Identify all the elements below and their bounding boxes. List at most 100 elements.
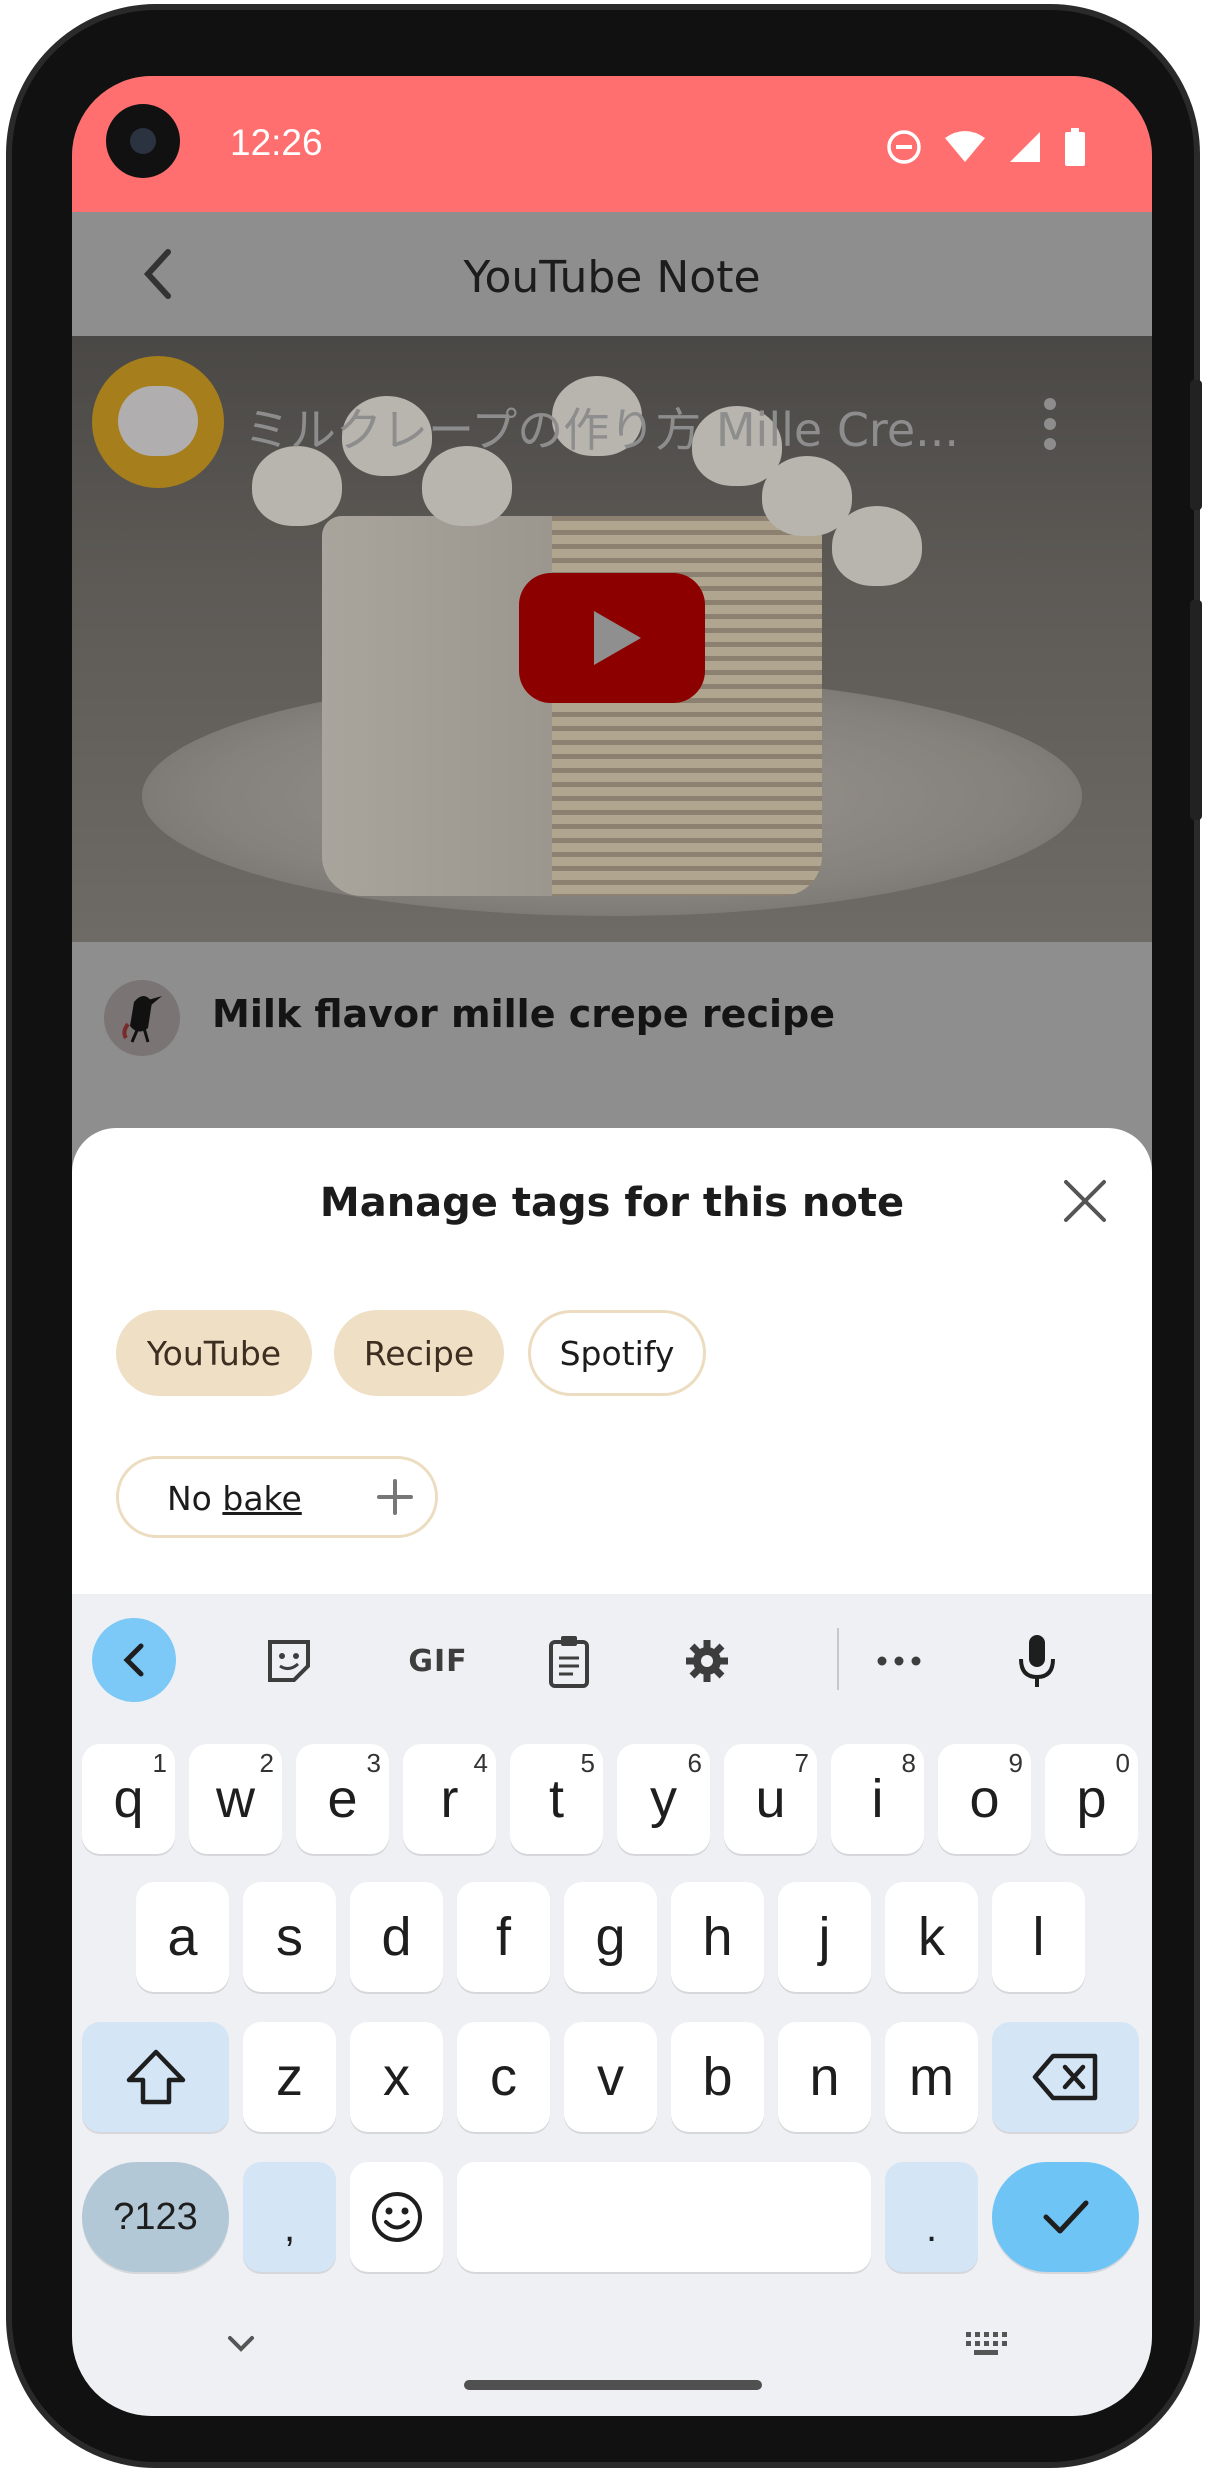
key-j[interactable]: j <box>778 1882 871 1992</box>
key-i[interactable]: i8 <box>831 1744 924 1854</box>
play-button[interactable] <box>519 573 705 703</box>
key-hint: 2 <box>259 1748 274 1778</box>
chevron-down-icon <box>228 2336 254 2352</box>
clipboard-button[interactable] <box>542 1634 596 1688</box>
key-o[interactable]: o9 <box>938 1744 1031 1854</box>
settings-button[interactable] <box>680 1634 734 1688</box>
chevron-left-icon <box>123 1643 144 1677</box>
key-hint: 7 <box>794 1748 809 1778</box>
key-l[interactable]: l <box>992 1882 1085 1992</box>
comma-key[interactable]: , <box>243 2162 336 2272</box>
key-v[interactable]: v <box>564 2022 657 2132</box>
key-b[interactable]: b <box>671 2022 764 2132</box>
new-tag-input[interactable]: No bake <box>116 1456 438 1538</box>
key-e[interactable]: e3 <box>296 1744 389 1854</box>
period-key[interactable]: . <box>885 2162 978 2272</box>
more-button[interactable] <box>872 1634 926 1688</box>
key-f[interactable]: f <box>457 1882 550 1992</box>
hide-keyboard-button[interactable] <box>224 2332 258 2360</box>
symbols-key[interactable]: ?123 <box>82 2162 229 2272</box>
done-key[interactable] <box>992 2162 1139 2272</box>
key-hint: 3 <box>366 1748 381 1778</box>
key-hint: 8 <box>901 1748 916 1778</box>
space-key[interactable] <box>457 2162 871 2272</box>
note-title: Milk flavor mille crepe recipe <box>212 992 835 1036</box>
toolbar-divider <box>837 1628 839 1690</box>
power-button <box>1190 600 1202 820</box>
home-indicator[interactable] <box>464 2380 762 2390</box>
key-x[interactable]: x <box>350 2022 443 2132</box>
sticker-button[interactable] <box>262 1634 316 1688</box>
key-c[interactable]: c <box>457 2022 550 2132</box>
key-w[interactable]: w2 <box>189 1744 282 1854</box>
key-label: o <box>969 1769 1000 1829</box>
tag-chip-recipe[interactable]: Recipe <box>334 1310 504 1396</box>
key-hint: 9 <box>1008 1748 1023 1778</box>
battery-icon <box>1064 128 1086 170</box>
key-u[interactable]: u7 <box>724 1744 817 1854</box>
key-k[interactable]: k <box>885 1882 978 1992</box>
status-bar: 12:26 <box>72 76 1152 212</box>
key-hint: 6 <box>687 1748 702 1778</box>
check-icon <box>1043 2200 1088 2234</box>
key-d[interactable]: d <box>350 1882 443 1992</box>
key-n[interactable]: n <box>778 2022 871 2132</box>
key-r[interactable]: r4 <box>403 1744 496 1854</box>
phone-frame: 12:26 YouTube Note ミルクレープの作り方 Mille Cre.… <box>6 4 1202 2468</box>
key-label: q <box>113 1769 144 1829</box>
gif-label: GIF <box>408 1643 468 1679</box>
key-y[interactable]: y6 <box>617 1744 710 1854</box>
keyboard-collapse-button[interactable] <box>92 1618 176 1702</box>
key-h[interactable]: h <box>671 1882 764 1992</box>
microphone-icon <box>1019 1635 1055 1687</box>
close-icon <box>1064 1180 1106 1222</box>
more-vert-icon[interactable] <box>1040 394 1060 454</box>
add-tag-button[interactable] <box>375 1477 415 1517</box>
note-author-avatar <box>104 980 180 1056</box>
emoji-icon <box>371 2192 422 2242</box>
page-title: YouTube Note <box>463 252 761 303</box>
gif-button[interactable]: GIF <box>398 1634 478 1688</box>
video-thumbnail-cake-side <box>322 516 552 896</box>
emoji-key[interactable] <box>350 2162 443 2272</box>
tag-chip-youtube[interactable]: YouTube <box>116 1310 312 1396</box>
close-button[interactable] <box>1060 1176 1110 1226</box>
plus-icon <box>377 1479 413 1515</box>
key-z[interactable]: z <box>243 2022 336 2132</box>
shift-key[interactable] <box>82 2022 229 2132</box>
video-player[interactable]: ミルクレープの作り方 Mille Cre... <box>72 336 1152 942</box>
video-title[interactable]: ミルクレープの作り方 Mille Cre... <box>244 394 959 460</box>
volume-button <box>1190 380 1202 510</box>
soft-keyboard: GIF q1 w2 e3 r4 t5 y 6 u 7 i 8 o 9 p 0 a… <box>72 1594 1152 2416</box>
key-p[interactable]: p0 <box>1045 1744 1138 1854</box>
switch-keyboard-button[interactable] <box>964 2330 1008 2362</box>
input-text-underlined: bake <box>222 1479 302 1518</box>
keyboard-toolbar: GIF <box>72 1594 1152 1730</box>
key-label: t <box>548 1769 564 1829</box>
channel-avatar[interactable] <box>92 356 224 488</box>
status-time: 12:26 <box>230 122 323 163</box>
sticker-icon <box>268 1640 310 1682</box>
key-s[interactable]: s <box>243 1882 336 1992</box>
key-a[interactable]: a <box>136 1882 229 1992</box>
do-not-disturb-icon <box>886 129 922 169</box>
screen: 12:26 YouTube Note ミルクレープの作り方 Mille Cre.… <box>72 76 1152 2416</box>
key-hint: 0 <box>1115 1748 1130 1778</box>
bird-icon <box>122 996 162 1043</box>
key-label: u <box>755 1769 786 1829</box>
status-icons <box>886 128 1086 170</box>
key-hint: 1 <box>152 1748 167 1778</box>
key-m[interactable]: m <box>885 2022 978 2132</box>
signal-icon <box>1008 130 1042 168</box>
voice-input-button[interactable] <box>1010 1634 1064 1688</box>
tag-chip-spotify[interactable]: Spotify <box>528 1310 706 1396</box>
bear-avatar-icon <box>118 386 198 456</box>
key-q[interactable]: q1 <box>82 1744 175 1854</box>
key-hint: 5 <box>580 1748 595 1778</box>
backspace-key[interactable] <box>992 2022 1139 2132</box>
key-label: e <box>327 1769 358 1829</box>
key-label: r <box>440 1769 459 1829</box>
key-g[interactable]: g <box>564 1882 657 1992</box>
key-t[interactable]: t5 <box>510 1744 603 1854</box>
sheet-title: Manage tags for this note <box>319 1180 905 1226</box>
